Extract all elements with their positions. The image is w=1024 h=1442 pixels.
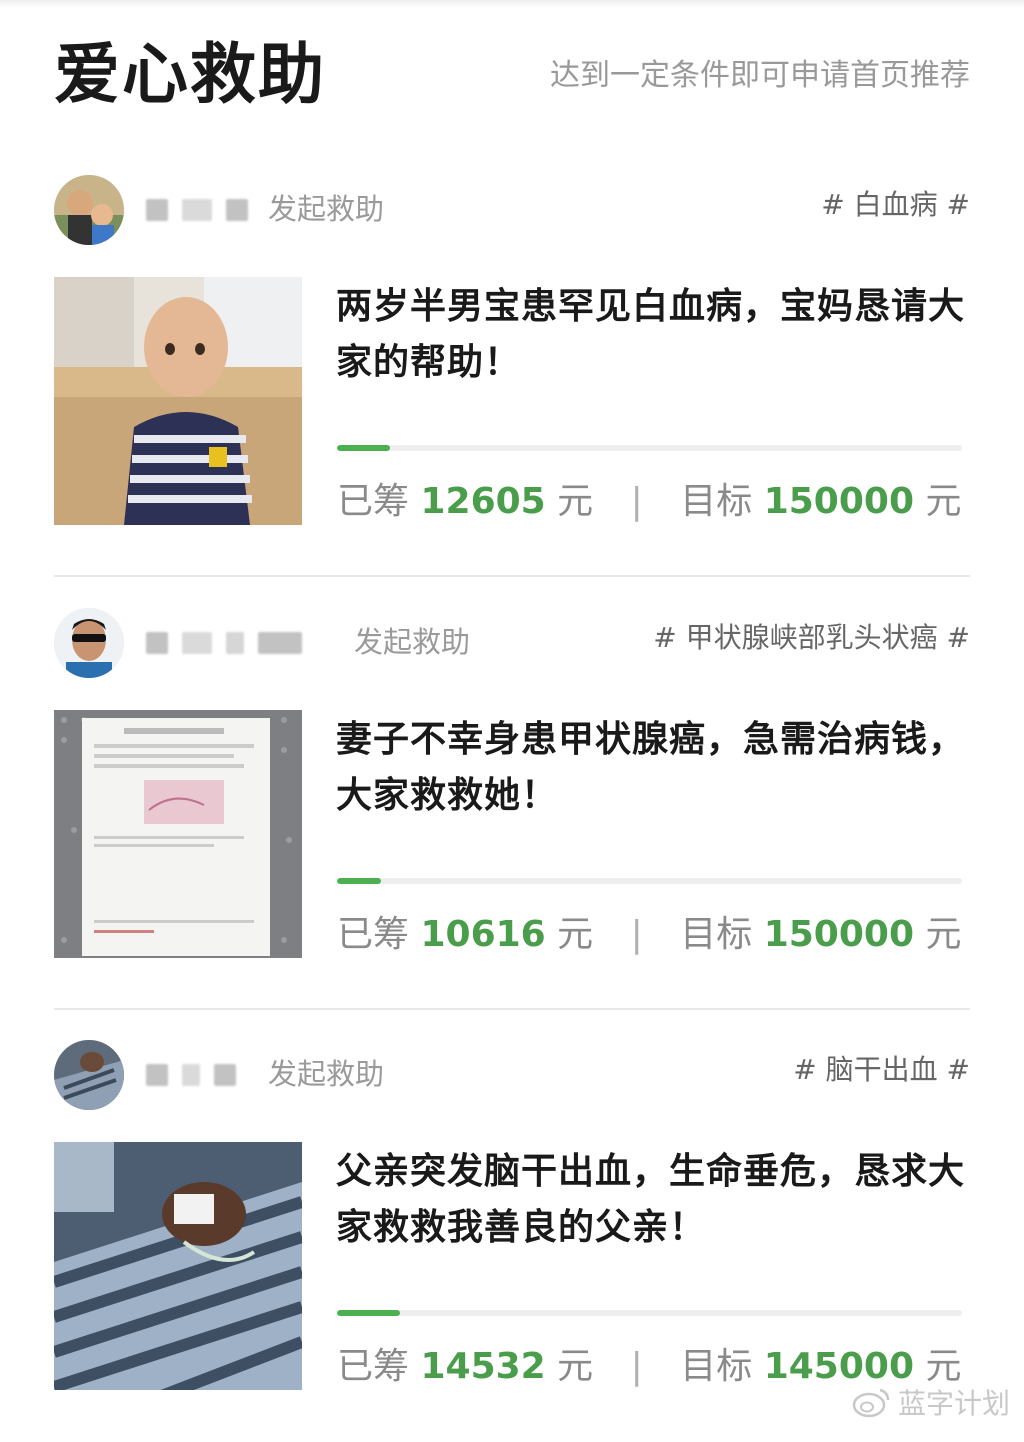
campaign-title[interactable]: 妻子不幸身患甲状腺癌，急需治病钱，大家救救她！ — [336, 712, 966, 824]
goal-label: 目标 — [680, 481, 753, 522]
goal-amount: 150000 — [763, 914, 914, 955]
progress-fill — [337, 878, 382, 884]
campaign-photo[interactable] — [54, 277, 302, 525]
disease-tag[interactable]: # 甲状腺峡部乳头状癌 # — [653, 618, 970, 658]
watermark: 蓝字计划 — [852, 1382, 1010, 1422]
goal-unit: 元 — [925, 914, 962, 955]
progress-fill — [337, 1310, 400, 1316]
action-label: 发起救助 — [268, 192, 385, 226]
blurred-username — [146, 630, 302, 656]
card-divider — [54, 575, 970, 577]
blurred-username — [146, 1062, 236, 1088]
raised-unit: 元 — [557, 914, 594, 955]
raised-amount: 10616 — [420, 914, 546, 955]
avatar[interactable] — [54, 175, 124, 245]
progress-fill — [337, 445, 390, 451]
weibo-icon — [852, 1388, 890, 1418]
progress-bar — [337, 1310, 962, 1316]
campaign-photo[interactable] — [54, 1142, 302, 1390]
goal-amount: 150000 — [763, 481, 914, 522]
campaign-photo[interactable] — [54, 710, 302, 958]
progress-bar — [337, 878, 962, 884]
action-label: 发起救助 — [268, 1057, 385, 1091]
fundraiser-card[interactable]: 发起救助 # 白血病 # 两岁半男宝患罕见白血病，宝妈恳请大家的帮助！ 已筹 1… — [0, 145, 1024, 577]
raised-amount: 12605 — [420, 481, 546, 522]
progress-bar — [337, 445, 962, 451]
blurred-username — [146, 197, 248, 223]
fundraiser-card[interactable]: 发起救助 # 甲状腺峡部乳头状癌 # 妻子不幸身患甲状腺癌，急需治病钱，大家救救… — [0, 578, 1024, 1010]
campaign-title[interactable]: 两岁半男宝患罕见白血病，宝妈恳请大家的帮助！ — [336, 279, 966, 391]
page-header: 爱心救助 达到一定条件即可申请首页推荐 — [0, 0, 1024, 140]
raised-label: 已筹 — [337, 914, 410, 955]
action-label: 发起救助 — [354, 625, 471, 659]
watermark-text: 蓝字计划 — [897, 1387, 1010, 1420]
fundraiser-card[interactable]: 发起救助 # 脑干出血 # 父亲突发脑干出血，生命垂危，恳求大家救救我善良的父亲… — [0, 1010, 1024, 1442]
campaign-title[interactable]: 父亲突发脑干出血，生命垂危，恳求大家救救我善良的父亲！ — [336, 1144, 966, 1256]
goal-amount: 145000 — [763, 1346, 914, 1387]
avatar[interactable] — [54, 1040, 124, 1110]
goal-unit: 元 — [925, 481, 962, 522]
raised-amount: 14532 — [420, 1346, 546, 1387]
raised-label: 已筹 — [337, 1346, 410, 1387]
goal-label: 目标 — [680, 1346, 753, 1387]
funding-stats: 已筹 12605 元 | 目标 150000 元 — [337, 477, 961, 527]
disease-tag[interactable]: # 脑干出血 # — [793, 1050, 970, 1090]
page-title: 爱心救助 — [54, 36, 326, 113]
goal-unit: 元 — [925, 1346, 962, 1387]
stats-separator: | — [630, 481, 643, 522]
goal-label: 目标 — [680, 914, 753, 955]
raised-unit: 元 — [557, 481, 594, 522]
raised-label: 已筹 — [337, 481, 410, 522]
page-subtitle: 达到一定条件即可申请首页推荐 — [550, 58, 970, 93]
avatar[interactable] — [54, 608, 124, 678]
disease-tag[interactable]: # 白血病 # — [821, 185, 970, 225]
stats-separator: | — [630, 1346, 643, 1387]
raised-unit: 元 — [557, 1346, 594, 1387]
stats-separator: | — [630, 914, 643, 955]
funding-stats: 已筹 10616 元 | 目标 150000 元 — [337, 910, 961, 960]
